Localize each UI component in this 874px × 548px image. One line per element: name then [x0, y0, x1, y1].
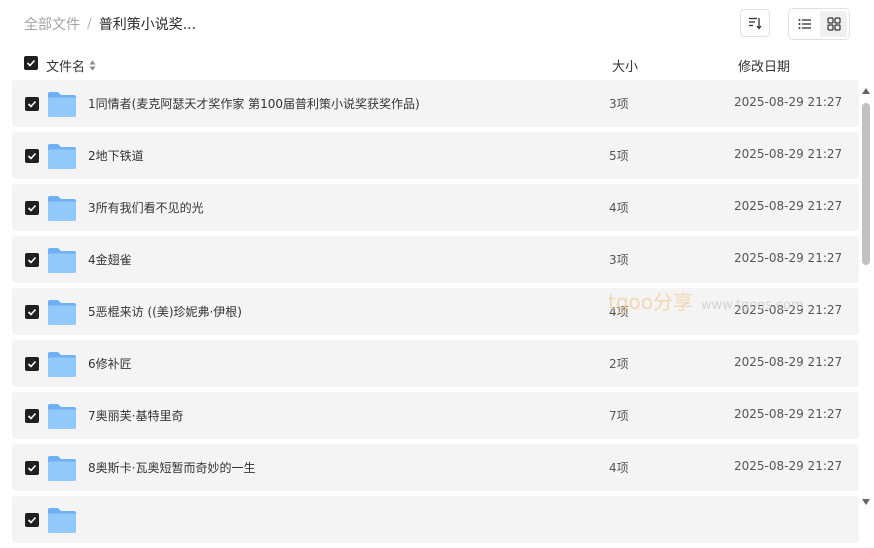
file-row[interactable]: 6修补匠 2项 2025-08-29 21:27 [12, 340, 859, 387]
checkmark-icon [27, 256, 37, 264]
watermark: tgoo分享 www.tgoos.com [608, 286, 804, 315]
watermark-brand: tgoo分享 [608, 290, 694, 314]
file-name[interactable]: 5恶棍来访 ((美)珍妮弗·伊根) [88, 303, 242, 320]
file-row[interactable]: 4金翅雀 3项 2025-08-29 21:27 [12, 236, 859, 283]
scroll-up-arrow-icon[interactable] [861, 87, 871, 95]
file-row[interactable]: 8奥斯卡·瓦奥短暂而奇妙的一生 4项 2025-08-29 21:27 [12, 444, 859, 491]
folder-icon [48, 144, 76, 169]
breadcrumb: 全部文件 / 普利策小说奖... [24, 14, 196, 34]
row-checkbox[interactable] [25, 97, 39, 111]
breadcrumb-current: 普利策小说奖... [98, 17, 197, 33]
row-checkbox[interactable] [25, 305, 39, 319]
file-row[interactable]: 2地下铁道 5项 2025-08-29 21:27 [12, 132, 859, 179]
file-date: 2025-08-29 21:27 [734, 95, 843, 109]
view-toggle [788, 8, 850, 40]
file-list-header: 文件名 大小 修改日期 [0, 52, 874, 76]
file-size: 4项 [609, 201, 629, 215]
file-name[interactable]: 3所有我们看不见的光 [88, 199, 204, 216]
file-name[interactable]: 7奥丽芙·基特里奇 [88, 407, 183, 424]
sort-list-icon [749, 17, 762, 30]
file-size: 3项 [609, 97, 629, 111]
file-date: 2025-08-29 21:27 [734, 147, 843, 161]
checkmark-icon [27, 100, 37, 108]
checkmark-icon [27, 204, 37, 212]
file-size: 3项 [609, 253, 629, 267]
row-checkbox[interactable] [25, 357, 39, 371]
file-name[interactable]: 4金翅雀 [88, 251, 132, 268]
checkmark-icon [27, 516, 37, 524]
row-checkbox[interactable] [25, 149, 39, 163]
breadcrumb-root-link[interactable]: 全部文件 [24, 14, 80, 34]
file-row[interactable] [12, 496, 859, 543]
column-date-header[interactable]: 修改日期 [738, 56, 790, 75]
row-checkbox[interactable] [25, 513, 39, 527]
file-row[interactable]: 1同情者(麦克阿瑟天才奖作家 第100届普利策小说奖获奖作品) 3项 2025-… [12, 80, 859, 127]
file-size: 5项 [609, 149, 629, 163]
grid-view-icon [826, 17, 841, 31]
breadcrumb-separator: / [87, 16, 92, 32]
file-date: 2025-08-29 21:27 [734, 251, 843, 265]
checkmark-icon [27, 152, 37, 160]
file-name[interactable]: 6修补匠 [88, 355, 132, 372]
sort-toggle-icon [89, 60, 96, 71]
column-name-header[interactable]: 文件名 [46, 56, 96, 75]
file-date: 2025-08-29 21:27 [734, 459, 843, 473]
file-size: 2项 [609, 357, 629, 371]
grid-view-button[interactable] [820, 11, 847, 37]
scroll-down-arrow-icon[interactable] [861, 498, 871, 506]
file-date: 2025-08-29 21:27 [734, 355, 843, 369]
file-date: 2025-08-29 21:27 [734, 199, 843, 213]
list-view-icon [798, 19, 811, 29]
file-size: 7项 [609, 409, 629, 423]
list-view-button[interactable] [791, 11, 818, 37]
checkmark-icon [27, 360, 37, 368]
column-size-header[interactable]: 大小 [612, 56, 638, 75]
checkmark-icon [27, 464, 37, 472]
select-all-checkbox[interactable] [24, 56, 38, 70]
file-row[interactable]: 3所有我们看不见的光 4项 2025-08-29 21:27 [12, 184, 859, 231]
folder-icon [48, 92, 76, 117]
checkmark-icon [27, 412, 37, 420]
row-checkbox[interactable] [25, 253, 39, 267]
folder-icon [48, 508, 76, 533]
folder-icon [48, 352, 76, 377]
file-date: 2025-08-29 21:27 [734, 407, 843, 421]
watermark-url: www.tgoos.com [701, 298, 804, 313]
file-size: 4项 [609, 461, 629, 475]
file-row[interactable]: 7奥丽芙·基特里奇 7项 2025-08-29 21:27 [12, 392, 859, 439]
sort-button[interactable] [740, 9, 770, 37]
checkmark-icon [27, 308, 37, 316]
row-checkbox[interactable] [25, 409, 39, 423]
file-name[interactable]: 1同情者(麦克阿瑟天才奖作家 第100届普利策小说奖获奖作品) [88, 95, 420, 112]
folder-icon [48, 196, 76, 221]
file-name[interactable]: 2地下铁道 [88, 147, 144, 164]
folder-icon [48, 248, 76, 273]
file-name[interactable]: 8奥斯卡·瓦奥短暂而奇妙的一生 [88, 459, 255, 476]
row-checkbox[interactable] [25, 461, 39, 475]
row-checkbox[interactable] [25, 201, 39, 215]
folder-icon [48, 404, 76, 429]
column-name-label: 文件名 [46, 60, 86, 75]
scrollbar-thumb[interactable] [862, 103, 870, 265]
folder-icon [48, 300, 76, 325]
folder-icon [48, 456, 76, 481]
checkmark-icon [26, 59, 36, 67]
